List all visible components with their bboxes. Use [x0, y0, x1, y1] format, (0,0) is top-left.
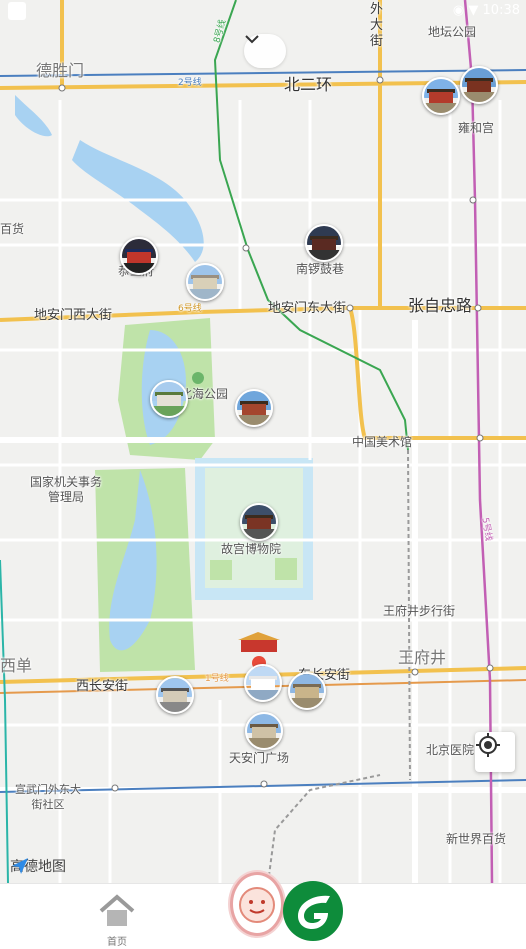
poi-marker[interactable] — [288, 672, 326, 710]
status-time: 10:38 — [482, 3, 520, 18]
location-icon: ◉ — [452, 3, 465, 18]
status-bar: ◉ ▼ 10:38 — [453, 3, 520, 18]
metro-line-label: 1号线 — [205, 674, 229, 684]
center-action-button[interactable] — [230, 872, 284, 936]
collapse-button[interactable] — [244, 34, 286, 68]
place-label: 王府井步行街 — [383, 604, 456, 618]
poi-marker[interactable] — [244, 664, 282, 702]
metro-line-label: 6号线 — [178, 304, 202, 314]
road-label: 张自忠路 — [408, 296, 473, 315]
road-label: 外大街 — [370, 2, 384, 49]
mascot-icon — [239, 887, 275, 923]
bottom-tab-bar: 首页 — [0, 872, 526, 949]
place-label: 故宫博物院 — [221, 542, 282, 556]
poi-marker[interactable] — [245, 712, 283, 750]
place-label: 南锣鼓巷 — [296, 262, 345, 276]
place-label: 宣武门外东大街社区 — [15, 783, 81, 811]
notification-icon — [8, 2, 26, 20]
app-logo-button[interactable] — [283, 881, 343, 941]
crosshair-icon — [476, 733, 500, 757]
place-label: 中国美术馆 — [352, 435, 413, 449]
poi-marker[interactable] — [235, 389, 273, 427]
place-label: 地坛公园 — [428, 25, 477, 39]
place-label: 国家机关事务管理局 — [30, 475, 103, 504]
poi-marker[interactable] — [150, 380, 188, 418]
place-label: 新世界百货 — [446, 832, 507, 846]
poi-marker[interactable] — [186, 263, 224, 301]
poi-marker[interactable] — [305, 224, 343, 262]
road-label: 地安门西大街 — [34, 308, 113, 323]
tiananmen-gate-icon — [238, 632, 280, 652]
line-4 — [0, 559, 9, 883]
wifi-icon: ▼ — [468, 3, 479, 18]
home-icon — [99, 894, 135, 926]
road-label: 地安门东大街 — [268, 301, 347, 316]
amap-logo-icon — [12, 858, 28, 874]
place-label: 天安门广场 — [229, 751, 290, 765]
map-view[interactable]: 德胜门 北二环 地安门西大街 地安门东大街 张自忠路 西长安街 东长安街 外大街… — [0, 0, 526, 883]
place-label: 北京医院 — [426, 743, 475, 757]
place-label: 雍和宫 — [458, 121, 495, 135]
map-brand: 高德地图 — [10, 856, 66, 876]
chevron-down-icon — [245, 35, 259, 44]
tab-home-label: 首页 — [107, 937, 127, 948]
poi-marker[interactable] — [120, 237, 158, 275]
road-label: 西长安街 — [76, 679, 129, 694]
tab-home[interactable]: 首页 — [94, 894, 140, 948]
place-label: 西单 — [0, 656, 33, 675]
place-label: 百货 — [0, 222, 25, 236]
poi-marker[interactable] — [460, 66, 498, 104]
road-label: 北二环 — [284, 75, 333, 94]
poi-marker[interactable] — [240, 503, 278, 541]
locate-button[interactable] — [475, 732, 515, 772]
metro-line-label: 2号线 — [178, 78, 202, 88]
place-label: 王府井 — [398, 648, 447, 667]
poi-marker[interactable] — [422, 77, 460, 115]
poi-marker[interactable] — [156, 676, 194, 714]
lake-west — [15, 95, 52, 137]
leaf-logo-icon — [298, 895, 330, 929]
road-label: 德胜门 — [36, 61, 85, 80]
